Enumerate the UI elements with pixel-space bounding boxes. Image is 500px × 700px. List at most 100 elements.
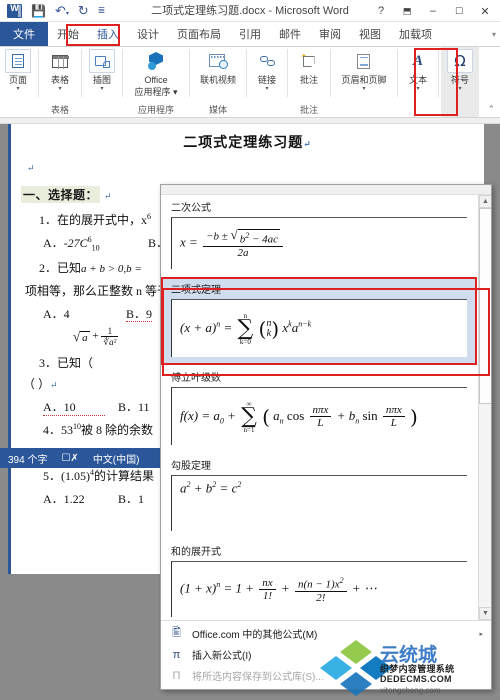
online-video-button[interactable]: 联机视频 — [195, 47, 241, 85]
quick-access-toolbar: 💾 ↶▾ ↻ ≣ — [0, 3, 106, 18]
title-bar: 💾 ↶▾ ↻ ≣ 二项式定理练习题.docx - Microsoft Word … — [0, 0, 500, 22]
tab-page-layout[interactable]: 页面布局 — [168, 22, 230, 46]
gallery-item-pythagorean[interactable]: 勾股定理 a2 + b2 = c2 — [161, 453, 477, 539]
equation-gallery-dropdown[interactable]: 二次公式 x = −b ± √ b2 − 4ac 2a 二项式定理 (x + a… — [160, 184, 492, 690]
sqrt-icon: √ a — [73, 328, 90, 344]
formula-binomial: (x + a)n = n ∑ k=0 (n k) xkan−k — [180, 311, 312, 346]
formula-fourier: f(x) = a0 + ∞ ∑ n=1 ( an cos nπx L + bn s… — [180, 399, 418, 434]
fraction: 1 ∛a² — [101, 326, 119, 348]
table-button[interactable]: 表格 ▾ — [42, 47, 78, 92]
scrollbar-thumb[interactable] — [479, 208, 491, 404]
scroll-up-icon[interactable]: ▲ — [479, 195, 491, 208]
tab-references[interactable]: 引用 — [230, 22, 270, 46]
gallery-item-label: 傅立叶级数 — [171, 373, 221, 384]
ribbon-display-options-button[interactable]: ⬒ — [394, 1, 420, 21]
link-icon — [254, 49, 280, 73]
gallery-item-label: 勾股定理 — [171, 461, 211, 472]
office-apps-button[interactable]: Office 应用程序 ▾ — [129, 47, 182, 97]
ribbon-group-pages: 页面 ▾ — [0, 47, 36, 117]
menu-item-more-office-formulas[interactable]: 🖺 Office.com 中的其他公式(M) ▸ — [161, 623, 491, 644]
save-icon[interactable]: 💾 — [31, 5, 46, 17]
links-button[interactable]: 链接 ▾ — [249, 47, 285, 92]
document-heading: 二项式定理练习题↵ — [183, 136, 312, 151]
group-separator — [397, 49, 398, 97]
gallery-item-quadratic[interactable]: 二次公式 x = −b ± √ b2 − 4ac 2a — [161, 195, 477, 277]
gallery-item-expansion[interactable]: 和的展开式 (1 + x)n = 1 + nx 1! + n(n − 1)x2 2!… — [161, 539, 477, 620]
header-footer-button[interactable]: 页眉和页脚 ▾ — [336, 47, 391, 92]
gallery-item-formula: (1 + x)n = 1 + nx 1! + n(n − 1)x2 2! + ⋯ — [171, 561, 467, 617]
window-controls: ? ⬒ – ☐ ✕ — [368, 0, 498, 22]
word-logo-icon — [7, 3, 22, 18]
ribbon-group-text: A 文本 ▾ — [400, 47, 436, 117]
ribbon-group-links: 链接 ▾ — [249, 47, 285, 117]
gallery-scrollbar[interactable]: ▲ ▼ — [478, 195, 491, 620]
tab-view[interactable]: 视图 — [350, 22, 390, 46]
pi-save-icon: Π — [172, 669, 181, 682]
gallery-item-fourier[interactable]: 傅立叶级数 f(x) = a0 + ∞ ∑ n=1 ( an cos nπxL — [161, 365, 477, 453]
group-separator — [189, 49, 190, 97]
group-label-media: 媒体 — [208, 105, 227, 115]
ribbon-group-header-footer: 页眉和页脚 ▾ — [333, 47, 395, 117]
group-separator — [438, 49, 439, 97]
tab-addins[interactable]: 加载项 — [390, 22, 441, 46]
help-button[interactable]: ? — [368, 1, 394, 21]
language-indicator[interactable]: 中文(中国) — [93, 451, 140, 466]
customize-qat-icon[interactable]: ≣ — [98, 6, 106, 15]
minimize-button[interactable]: – — [420, 1, 446, 21]
table-icon — [47, 49, 73, 73]
undo-icon[interactable]: ↶▾ — [55, 4, 69, 17]
ribbon-group-illustrations: 插图 ▾ — [84, 47, 120, 117]
tab-file[interactable]: 文件 — [0, 22, 48, 46]
collapse-ribbon-icon[interactable]: ⌃ — [487, 104, 495, 115]
formula-pythagorean: a2 + b2 = c2 — [180, 480, 242, 496]
maximize-button[interactable]: ☐ — [446, 1, 472, 21]
header-footer-icon — [351, 49, 377, 73]
ribbon-insert-tab: 页面 ▾ 表格 ▾ 表格 插图 ▾ Office 应用程序 ▾ 应用程序 联机视… — [0, 47, 500, 118]
office-apps-icon — [143, 49, 169, 73]
group-separator — [38, 49, 39, 97]
gallery-scroll-region[interactable]: 二次公式 x = −b ± √ b2 − 4ac 2a 二项式定理 (x + a… — [161, 195, 491, 620]
text-icon: A — [412, 52, 423, 69]
tab-review[interactable]: 审阅 — [310, 22, 350, 46]
word-application-window: 💾 ↶▾ ↻ ≣ 二项式定理练习题.docx - Microsoft Word … — [0, 0, 500, 700]
gallery-item-label: 和的展开式 — [171, 547, 221, 558]
office-online-icon: 🖺 — [172, 627, 181, 639]
gallery-item-formula: a2 + b2 = c2 — [171, 475, 467, 531]
close-button[interactable]: ✕ — [472, 1, 498, 21]
scroll-down-icon[interactable]: ▼ — [479, 607, 491, 620]
ribbon-group-symbols: Ω 符号 ▾ — [441, 47, 479, 117]
pi-icon: π — [172, 648, 181, 661]
menu-item-insert-new-equation[interactable]: π 插入新公式(I) — [161, 644, 491, 665]
page-icon — [5, 49, 31, 73]
ribbon-group-media: 联机视频 媒体 — [192, 47, 244, 117]
gallery-items: 二次公式 x = −b ± √ b2 − 4ac 2a 二项式定理 (x + a… — [161, 195, 477, 620]
word-count[interactable]: 394 个字 — [8, 451, 47, 466]
gallery-item-binomial[interactable]: 二项式定理 (x + a)n = n ∑ k=0 (n k) xkan−k — [161, 277, 477, 365]
formula-expansion: (1 + x)n = 1 + nx 1! + n(n − 1)x2 2! + ⋯ — [180, 576, 377, 604]
ribbon-group-apps: Office 应用程序 ▾ 应用程序 — [125, 47, 187, 117]
redo-icon[interactable]: ↻ — [78, 4, 89, 17]
group-separator — [122, 49, 123, 97]
pages-button[interactable]: 页面 ▾ — [0, 47, 36, 92]
group-separator — [81, 49, 82, 97]
section-heading: 一、选择题： — [21, 186, 101, 203]
gallery-item-label: 二项式定理 — [171, 285, 221, 296]
tab-design[interactable]: 设计 — [128, 22, 168, 46]
illustration-icon — [89, 49, 115, 73]
symbols-button[interactable]: Ω 符号 ▾ — [442, 47, 478, 92]
ribbon-group-comments: ✦ 批注 批注 — [290, 47, 328, 117]
tab-home[interactable]: 开始 — [48, 22, 88, 46]
comment-button[interactable]: ✦ 批注 — [291, 47, 327, 86]
tab-mailings[interactable]: 邮件 — [270, 22, 310, 46]
tab-insert[interactable]: 插入 — [88, 22, 128, 46]
spell-check-icon[interactable]: ☐✗ — [61, 453, 78, 464]
group-label-comments: 批注 — [299, 105, 318, 115]
comment-icon: ✦ — [296, 49, 322, 73]
menu-item-save-selection-to-gallery: Π 将所选内容保存到公式库(S)... — [161, 665, 491, 686]
gallery-item-formula: x = −b ± √ b2 − 4ac 2a — [171, 217, 467, 269]
gallery-topbar — [161, 185, 491, 195]
group-label-apps: 应用程序 — [137, 105, 174, 115]
tabstrip-overflow-icon[interactable]: ▾ — [492, 22, 500, 46]
text-button[interactable]: A 文本 ▾ — [400, 47, 436, 92]
illustrations-button[interactable]: 插图 ▾ — [84, 47, 120, 92]
